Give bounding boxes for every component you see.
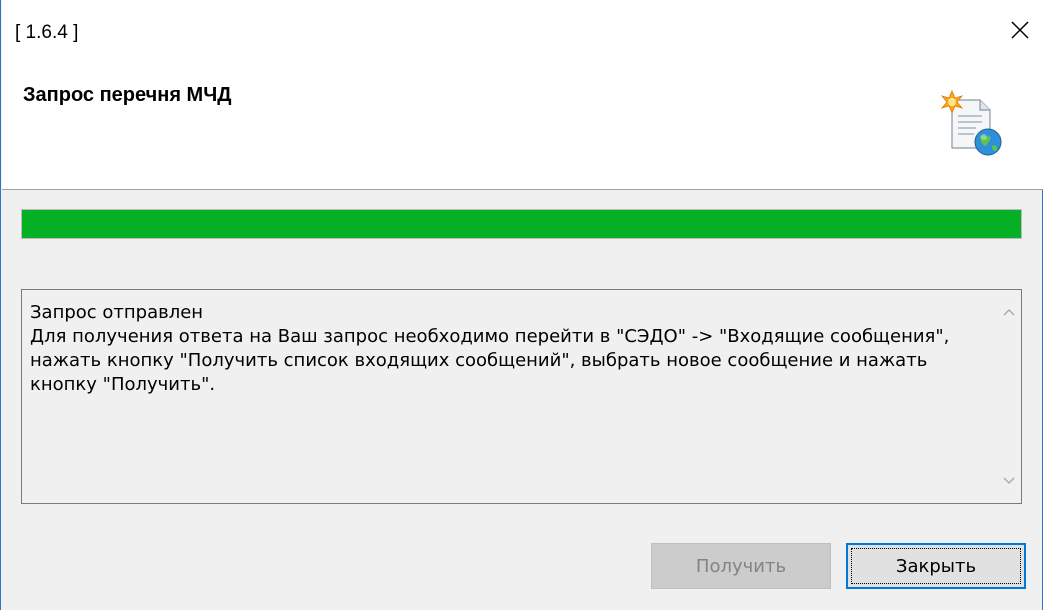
message-textbox[interactable]: Запрос отправлен Для получения ответа на… (21, 289, 1022, 504)
page-title: Запрос перечня МЧД (23, 84, 232, 106)
close-icon (1011, 21, 1029, 39)
chevron-up-icon (1003, 309, 1015, 316)
document-globe-icon (940, 90, 1002, 156)
get-button[interactable]: Получить (651, 543, 831, 589)
chevron-down-icon (1003, 477, 1015, 484)
progress-bar-fill (22, 210, 1021, 238)
close-button-label: Закрыть (895, 555, 977, 577)
close-button[interactable]: Закрыть (846, 543, 1026, 589)
message-text: Запрос отправлен Для получения ответа на… (30, 302, 950, 395)
scroll-up-button[interactable] (997, 300, 1021, 324)
close-window-button[interactable] (997, 10, 1043, 50)
progress-bar (21, 209, 1022, 239)
scroll-down-button[interactable] (997, 469, 1021, 493)
title-bar[interactable]: [ 1.6.4 ] (2, 0, 1043, 60)
vertical-scrollbar[interactable] (997, 290, 1021, 503)
window-title: [ 1.6.4 ] (15, 22, 79, 43)
dialog-window: [ 1.6.4 ] Запрос перечня МЧД Запрос отпр… (0, 0, 1043, 610)
dialog-header: Запрос перечня МЧД (2, 60, 1043, 190)
get-button-label: Получить (695, 555, 787, 577)
